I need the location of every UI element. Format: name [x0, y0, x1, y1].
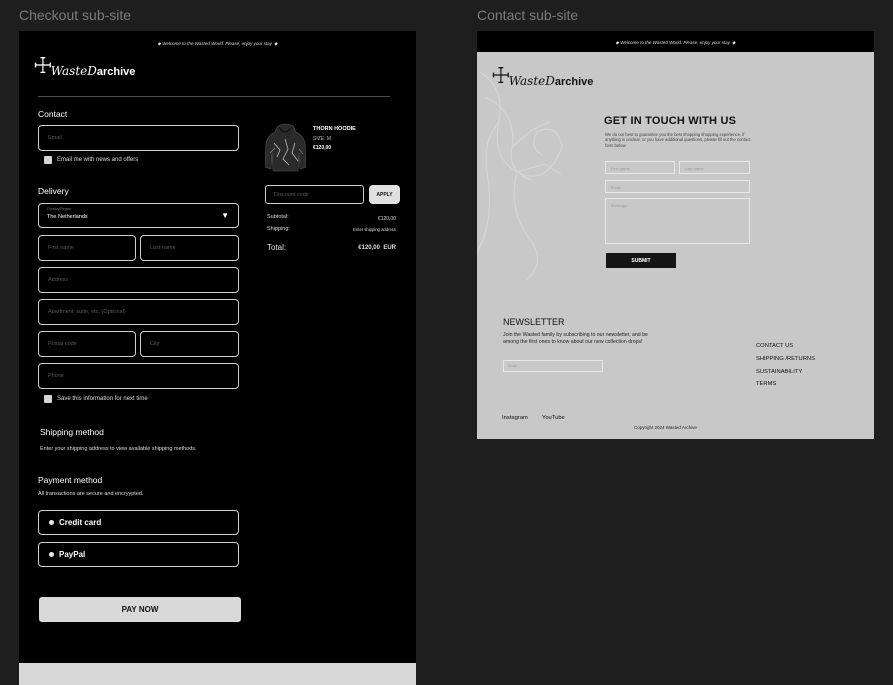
save-info-checkbox[interactable]: Save this information for next time	[44, 395, 148, 403]
apartment-field[interactable]: Apartment, suite, etc. (Optional)	[38, 299, 239, 325]
payment-option-label: PayPal	[59, 550, 86, 559]
radio-icon	[49, 552, 54, 557]
phone-field[interactable]: Phone	[38, 363, 239, 389]
shipping-label: Shipping:	[267, 226, 290, 232]
city-field[interactable]: City	[140, 331, 239, 357]
newsletter-description: Join the Wasted family by subscribing to…	[503, 332, 648, 345]
announcement-text: ◆ Welcome to the Wasted World. Please, e…	[615, 40, 736, 45]
newsletter-title: NEWSLETTER	[503, 317, 565, 327]
checkbox-box[interactable]	[44, 395, 52, 403]
contact-title: GET IN TOUCH WITH US	[604, 115, 737, 127]
shipping-value: Enter shipping address	[353, 227, 396, 232]
footer-link-sustainability[interactable]: SUSTAINABILITY	[756, 369, 802, 375]
first-name-field[interactable]: First name	[38, 235, 136, 261]
contact-frame-label: Contact sub-site	[477, 7, 579, 23]
checkout-page: ◆ Welcome to the Wasted World. Please, e…	[19, 31, 416, 685]
product-name: THORN HOODIE	[313, 126, 356, 132]
delivery-title: Delivery	[38, 186, 69, 196]
payment-option-label: Credit card	[59, 518, 102, 527]
newsletter-label: Email me with news and offers	[57, 157, 139, 163]
checkout-frame-label: Checkout sub-site	[19, 7, 132, 23]
logo-letter: D	[87, 64, 97, 78]
payment-title: Payment method	[38, 475, 103, 485]
logo[interactable]: ☩ Waste D archive	[491, 66, 594, 89]
social-link-youtube[interactable]: YouTube	[542, 415, 565, 421]
payment-desc: All transactions are secure and encryypt…	[38, 491, 144, 497]
newsletter-checkbox[interactable]: Email me with news and offers	[44, 156, 138, 164]
footer-link-shipping[interactable]: SHIPPING /RETURNS	[756, 356, 815, 362]
country-value: The Netherlands	[47, 214, 88, 220]
save-info-label: Save this information for next time	[57, 396, 148, 402]
logo-script: Waste	[50, 64, 88, 78]
country-label: Country/Region	[47, 207, 72, 211]
subtotal-value: €120,00	[377, 216, 396, 222]
contact-title: Contact	[38, 109, 68, 119]
logo-bold: archive	[96, 66, 136, 78]
dropdown-arrow-icon: ▼	[221, 211, 229, 220]
last-name-field[interactable]: Last name	[140, 235, 239, 261]
logo-letter: D	[545, 74, 555, 88]
announcement-bar: ◆ Welcome to the Wasted World. Please, e…	[477, 31, 874, 52]
discount-input[interactable]: Discount code	[265, 185, 364, 204]
subtotal-label: Subtotal:	[267, 214, 289, 220]
footer-link-terms[interactable]: TERMS	[756, 381, 776, 387]
header-divider	[38, 96, 390, 97]
total-label: Total:	[267, 243, 287, 252]
apply-button[interactable]: APPLY	[369, 185, 400, 204]
email-field[interactable]: Email	[38, 125, 239, 151]
product-size: SIZE: M	[313, 136, 332, 142]
contact-last-name-field[interactable]: Last name	[679, 161, 750, 174]
logo[interactable]: ☩ Waste D archive	[33, 56, 136, 79]
postal-field[interactable]: Postal code	[38, 331, 136, 357]
address-field[interactable]: Address	[38, 267, 239, 293]
copyright-text: Copyright 2024 Wasted Archive	[634, 425, 697, 430]
shipping-desc: Enter your shipping address to view avai…	[40, 446, 197, 452]
country-select[interactable]: Country/Region The Netherlands ▼	[38, 203, 239, 228]
contact-first-name-field[interactable]: First name	[605, 161, 675, 174]
contact-email-field[interactable]: Email	[605, 180, 750, 193]
newsletter-email-field[interactable]: Email	[503, 360, 603, 372]
footer-band	[19, 663, 416, 685]
pay-now-button[interactable]: PAY NOW	[39, 597, 241, 622]
logo-script: Waste	[508, 74, 546, 88]
announcement-bar: ◆ Welcome to the Wasted World. Please, e…	[157, 41, 278, 46]
submit-button[interactable]: SUBMIT	[606, 253, 676, 268]
payment-option-paypal[interactable]: PayPal	[38, 542, 239, 567]
contact-page: ◆ Welcome to the Wasted World. Please, e…	[477, 31, 874, 439]
product-price: €120,00	[313, 145, 332, 151]
payment-option-credit-card[interactable]: Credit card	[38, 510, 239, 535]
social-link-instagram[interactable]: Instagram	[502, 415, 528, 421]
checkbox-box[interactable]	[44, 156, 52, 164]
shipping-title: Shipping method	[40, 427, 104, 437]
total-value: €120,00 EUR	[358, 245, 396, 251]
hoodie-image	[265, 123, 306, 172]
contact-description: We do our best to guarantee you the best…	[605, 132, 751, 148]
footer-link-contact[interactable]: CONTACT US	[756, 343, 793, 349]
contact-message-field[interactable]: Message	[605, 198, 750, 244]
logo-bold: archive	[554, 76, 594, 88]
radio-icon	[49, 520, 54, 525]
